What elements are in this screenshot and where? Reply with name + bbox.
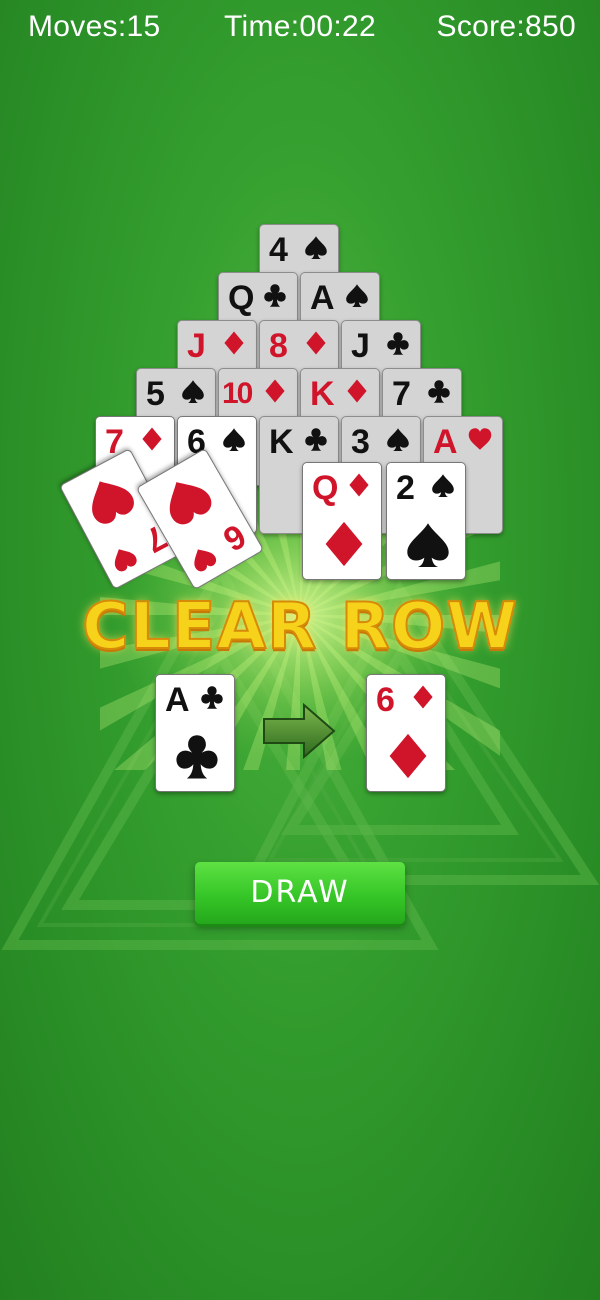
card-rank: J (351, 327, 370, 365)
heart-icon (169, 482, 212, 525)
card-rank: J (187, 327, 206, 365)
card-rank: A (165, 681, 190, 719)
diamond-icon (413, 685, 433, 709)
heart-icon (92, 481, 134, 524)
heart-icon (114, 549, 137, 572)
card-rank: 6 (376, 681, 395, 719)
clear-row-banner: CLEAR ROW (81, 589, 518, 665)
diamond-icon (142, 427, 162, 451)
card-rank: 8 (269, 327, 288, 365)
club-icon (428, 380, 450, 403)
card-rank: Q (312, 469, 339, 507)
club-icon (305, 428, 327, 451)
clearing-card: Q (302, 462, 382, 580)
spade-icon (387, 428, 409, 451)
heart-icon (468, 428, 492, 450)
card-rank: A (310, 279, 335, 317)
spade-icon (346, 284, 368, 307)
stock-card[interactable]: A (155, 674, 235, 792)
club-icon (201, 686, 223, 709)
diamond-icon (347, 379, 367, 403)
diamond-icon (325, 521, 363, 567)
status-bar: Moves:15 Time:00:22 Score:850 (0, 0, 600, 62)
timer: Time:00:22 (224, 10, 376, 43)
card-rank: 6 (216, 516, 252, 559)
club-icon (176, 735, 218, 779)
card-rank: A (433, 423, 458, 461)
card-rank: 5 (146, 375, 165, 413)
arrow-right-icon (263, 703, 336, 759)
spade-icon (182, 380, 204, 403)
spade-icon (432, 474, 454, 497)
card-rank: 2 (396, 469, 415, 507)
diamond-icon (224, 331, 244, 355)
card-rank: K (310, 375, 335, 413)
draw-button[interactable]: DRAW (195, 862, 405, 924)
card-rank: 4 (269, 231, 288, 269)
spade-icon (407, 523, 449, 567)
card-rank: Q (228, 279, 255, 317)
clearing-card: 2 (386, 462, 466, 580)
spade-icon (305, 236, 327, 259)
heart-icon (194, 549, 217, 572)
waste-card[interactable]: 6 (366, 674, 446, 792)
diamond-icon (306, 331, 326, 355)
moves-counter: Moves:15 (28, 10, 161, 43)
club-icon (264, 284, 286, 307)
card-rank: 7 (392, 375, 411, 413)
diamond-icon (389, 733, 427, 779)
diamond-icon (265, 379, 285, 403)
card-rank: 3 (351, 423, 370, 461)
card-rank: K (269, 423, 294, 461)
club-icon (387, 332, 409, 355)
spade-icon (223, 428, 245, 451)
score-counter: Score:850 (436, 10, 576, 43)
card-rank: 10 (222, 377, 253, 410)
diamond-icon (349, 473, 369, 497)
